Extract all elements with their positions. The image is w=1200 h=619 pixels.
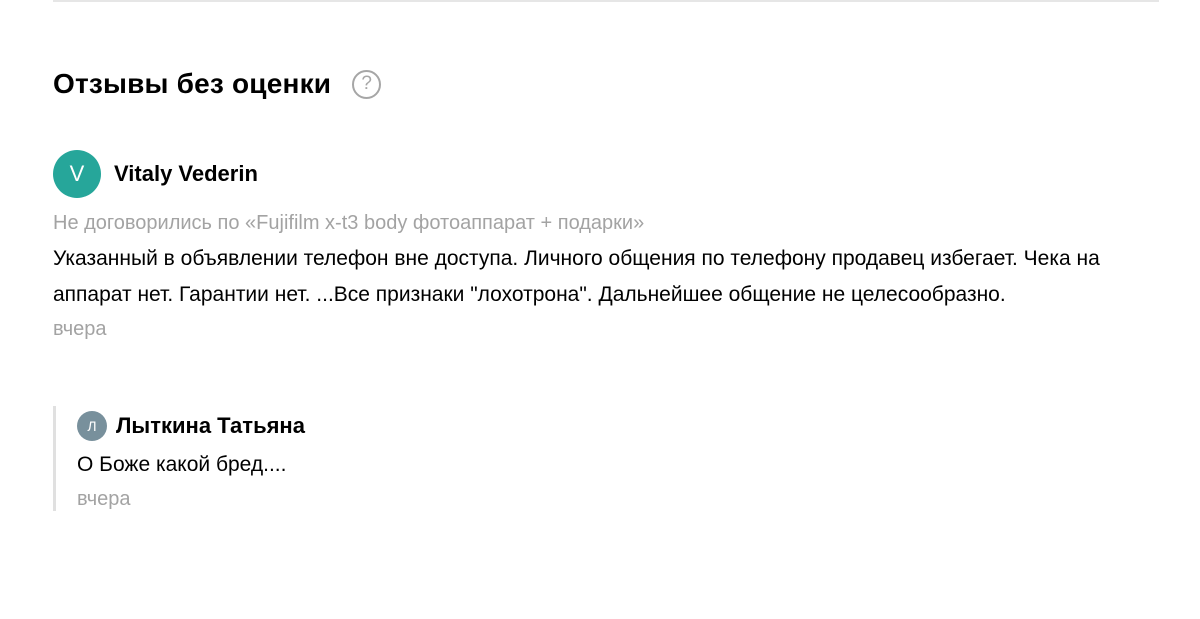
reply-avatar[interactable]: Л — [77, 411, 107, 441]
reply-date: вчера — [77, 488, 131, 510]
help-icon[interactable]: ? — [352, 69, 382, 99]
review-date: вчера — [53, 318, 107, 340]
avatar[interactable]: V — [53, 150, 101, 198]
review-deal-line: Не договорились по «Fujifilm x-t3 body ф… — [53, 212, 645, 234]
section-title: Отзывы без оценки — [53, 68, 332, 99]
review-author-name[interactable]: Vitaly Vederin — [114, 161, 258, 187]
reply-author-name[interactable]: Лыткина Татьяна — [116, 413, 305, 439]
review-author-row: V Vitaly Vederin — [53, 150, 1163, 198]
review-card: V Vitaly Vederin Не договорились по «Fuj… — [53, 150, 1163, 345]
reply-author-row: Л Лыткина Татьяна — [77, 406, 953, 446]
top-divider — [53, 0, 1159, 2]
page: Отзывы без оценки ? V Vitaly Vederin Не … — [0, 0, 1200, 619]
section-header: Отзывы без оценки ? — [53, 64, 382, 104]
reply-text: О Боже какой бред.... — [77, 453, 287, 476]
seller-reply: Л Лыткина Татьяна О Боже какой бред.... … — [53, 406, 953, 511]
review-text: Указанный в объявлении телефон вне досту… — [53, 247, 1100, 306]
